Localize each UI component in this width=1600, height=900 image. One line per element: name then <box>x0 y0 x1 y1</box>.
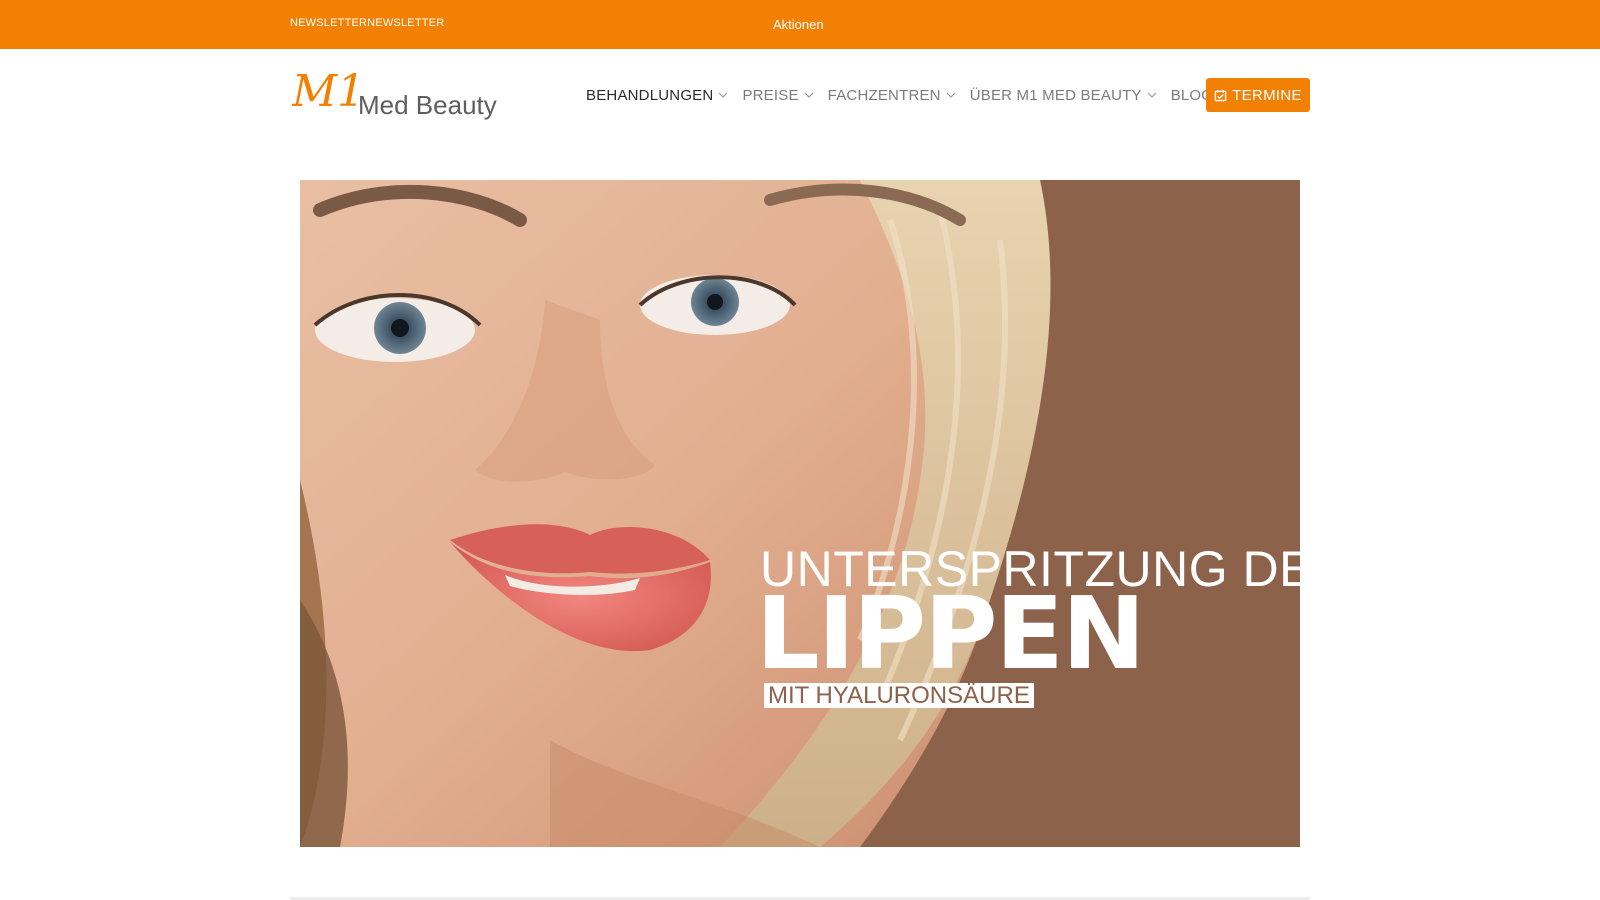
nav-item-fachzentren[interactable]: FACHZENTREN <box>828 87 956 104</box>
calendar-check-icon <box>1214 89 1227 101</box>
top-bar: NEWSLETTERNEWSLETTER Aktionen <box>0 0 1600 49</box>
newsletter-link[interactable]: NEWSLETTERNEWSLETTER <box>290 17 444 29</box>
main-nav: BEHANDLUNGEN PREISE FACHZENTREN ÜBER M1 … <box>586 78 1227 112</box>
chevron-down-icon <box>804 92 814 98</box>
nav-item-label: ÜBER M1 MED BEAUTY <box>969 86 1142 104</box>
termine-button[interactable]: TERMINE <box>1206 78 1310 112</box>
logo[interactable]: M1 Med Beauty <box>292 68 512 120</box>
hero-heading-line2: LIPPEN <box>756 575 1146 692</box>
logo-mark: M1 <box>292 68 365 117</box>
hero-heading-line3: MIT HYALURONSÄURE <box>764 683 1034 708</box>
chevron-down-icon <box>1147 92 1157 98</box>
nav-item-label: PREISE <box>742 86 799 104</box>
chevron-down-icon <box>719 92 728 98</box>
nav-item-ueber-m1[interactable]: ÜBER M1 MED BEAUTY <box>970 87 1157 104</box>
logo-name: Med Beauty <box>358 90 497 120</box>
termine-label: TERMINE <box>1232 86 1302 104</box>
nav-item-label: BEHANDLUNGEN <box>586 86 714 104</box>
nav-item-label: FACHZENTREN <box>827 86 941 104</box>
nav-item-behandlungen[interactable]: BEHANDLUNGEN <box>586 87 728 104</box>
hero-banner[interactable]: UNTERSPRITZUNG DER LIPPEN MIT HYALURONSÄ… <box>300 180 1300 847</box>
aktionen-link[interactable]: Aktionen <box>773 17 824 32</box>
chevron-down-icon <box>946 92 956 98</box>
hero-image <box>300 180 1300 847</box>
nav-item-preise[interactable]: PREISE <box>742 86 814 104</box>
